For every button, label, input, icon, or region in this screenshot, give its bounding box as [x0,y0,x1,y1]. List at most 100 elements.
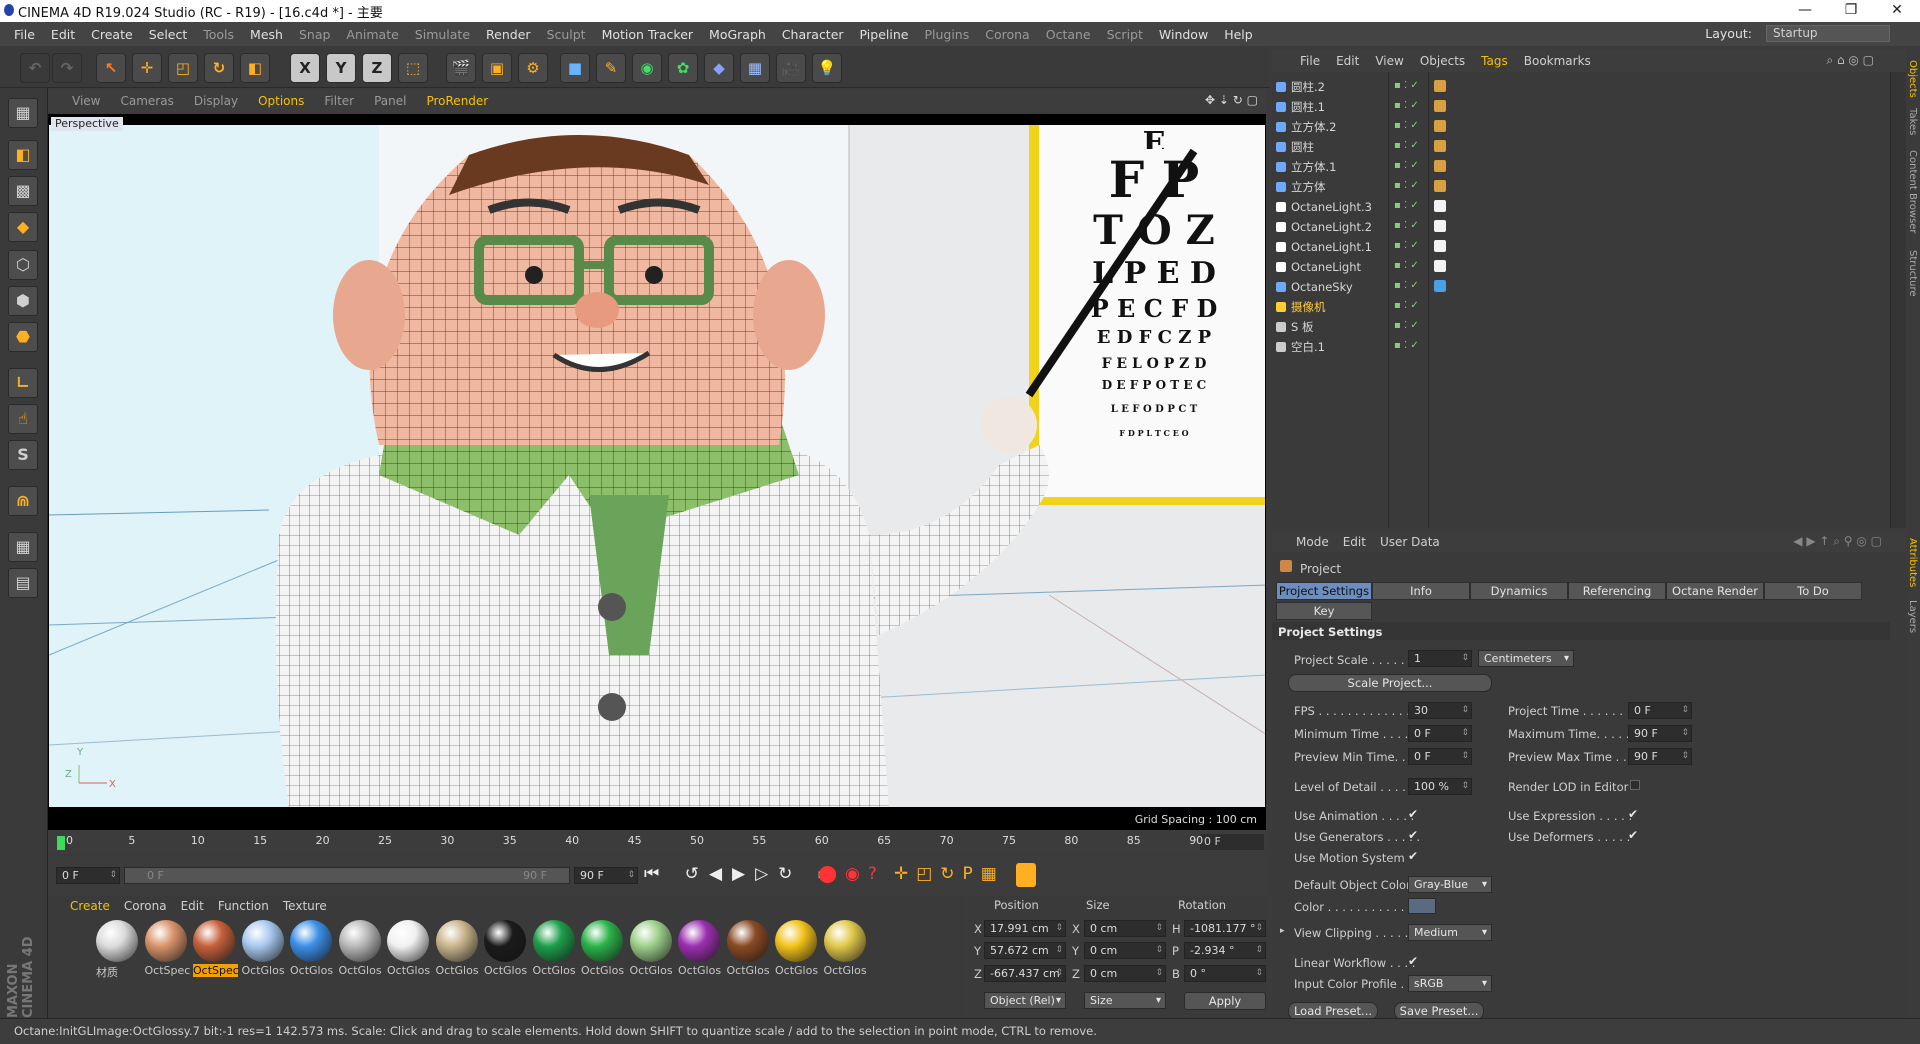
side-tab-takes[interactable]: Takes [1904,108,1918,135]
redo-icon[interactable]: ↷ [52,53,82,83]
menu-snap[interactable]: Snap [291,27,338,42]
material-swatch[interactable]: OctGlos [629,920,675,982]
key-mode-buttons[interactable]: ✛◰↻P▦ [894,864,1005,884]
texture-mode-icon[interactable]: ▩ [8,176,38,206]
menu-script[interactable]: Script [1099,27,1151,42]
menu-file[interactable]: File [0,27,43,42]
menu-sculpt[interactable]: Sculpt [539,27,594,42]
rotate-tool-icon[interactable]: ↻ [204,53,234,83]
om-menu-tags[interactable]: Tags [1473,54,1516,68]
menu-help[interactable]: Help [1216,27,1261,42]
grid-lock-icon[interactable]: ▦ [8,532,38,562]
color-swatch[interactable] [1408,898,1436,914]
make-editable-icon[interactable]: ▦ [8,98,38,128]
coordinate-system-icon[interactable]: ⬚ [398,53,428,83]
material-swatch[interactable]: OctGlos [290,920,335,982]
end-frame-field[interactable]: 90 F [574,867,638,884]
menu-mograph[interactable]: MoGraph [701,27,774,42]
object-tag-icon[interactable] [1434,240,1446,252]
vp-menu-cameras[interactable]: Cameras [110,94,183,108]
use-deformers-checkbox[interactable]: ✔ [1628,828,1638,842]
object-visibility-flags[interactable]: ▪ ⁚ ✓ [1394,200,1419,211]
material-swatch[interactable]: OctGlos [581,920,626,982]
x-axis-icon[interactable]: X [290,53,320,83]
object-row[interactable]: 圆柱.2 [1276,78,1386,96]
undo-icon[interactable]: ↶ [20,53,50,83]
tab-to-do[interactable]: To Do [1764,582,1862,600]
preview-range-slider[interactable]: 0 F 90 F [124,867,570,884]
material-swatch[interactable]: OctSpec [193,920,238,982]
apply-button[interactable]: Apply [1184,992,1266,1010]
object-visibility-flags[interactable]: ▪ ⁚ ✓ [1394,160,1419,171]
object-row[interactable]: OctaneLight.3 [1276,198,1386,216]
model-mode-icon[interactable]: ◧ [8,140,38,170]
polygons-mode-icon[interactable]: ⬣ [8,322,38,352]
search-icon[interactable]: ⌕ ⌂ ◎ ▢ [1818,53,1882,68]
menu-select[interactable]: Select [141,27,196,42]
playback-buttons[interactable]: ⏮ ↺◀▶▷↻ ⏭ [644,864,843,884]
tab-info[interactable]: Info [1372,582,1470,600]
rotation-b-field[interactable]: 0 ° [1184,965,1266,982]
menu-motion-tracker[interactable]: Motion Tracker [594,27,701,42]
object-tag-icon[interactable] [1434,200,1446,212]
snapping-icon[interactable]: S [8,440,38,470]
maximize-icon[interactable]: ❐ [1828,0,1874,22]
object-row[interactable]: OctaneLight [1276,258,1386,276]
workplane-lock-icon[interactable]: ▤ [8,568,38,598]
object-row[interactable]: OctaneSky [1276,278,1386,296]
vp-menu-options[interactable]: Options [248,94,314,108]
tab-referencing[interactable]: Referencing [1568,582,1666,600]
select-tool-icon[interactable]: ↖ [96,53,126,83]
om-menu-bookmarks[interactable]: Bookmarks [1516,54,1599,68]
object-visibility-flags[interactable]: ▪ ⁚ ✓ [1394,180,1419,191]
min-time-field[interactable]: 0 F [1408,725,1472,742]
size-mode-dropdown[interactable]: Size [1084,992,1166,1009]
z-axis-icon[interactable]: Z [362,53,392,83]
menu-window[interactable]: Window [1151,27,1216,42]
render-picture-viewer-icon[interactable]: ▣ [482,53,512,83]
axis-mode-icon[interactable]: ∟ [8,368,38,398]
am-menu-edit[interactable]: Edit [1343,535,1366,549]
magnet-icon[interactable]: ⋒ [8,486,38,516]
om-menu-view[interactable]: View [1367,54,1411,68]
mat-menu-create[interactable]: Create [70,899,110,913]
side-tab-structure[interactable]: Structure [1904,250,1918,297]
default-color-dropdown[interactable]: Gray-Blue [1408,876,1492,893]
mat-menu-edit[interactable]: Edit [181,899,204,913]
material-swatch[interactable]: OctGlos [678,920,723,982]
am-menu-mode[interactable]: Mode [1296,535,1329,549]
object-visibility-flags[interactable]: ▪ ⁚ ✓ [1394,120,1419,131]
object-tag-icon[interactable] [1434,160,1446,172]
project-scale-field[interactable]: 1 [1408,650,1472,667]
menu-mesh[interactable]: Mesh [242,27,291,42]
project-time-field[interactable]: 0 F [1628,702,1692,719]
object-row[interactable]: 摄像机 [1276,298,1386,316]
om-menu-objects[interactable]: Objects [1412,54,1473,68]
scale-project-button[interactable]: Scale Project... [1288,674,1492,692]
linear-workflow-checkbox[interactable]: ✔ [1408,954,1418,968]
object-tag-icon[interactable] [1434,280,1446,292]
viewport[interactable]: Perspective Z Y X Grid Spacing : 100 cm … [48,114,1266,830]
timeline-ruler[interactable]: 0 F 0 5 10 15 20 25 30 35 40 45 50 55 60 65 70 75 80 85 90 [48,830,1266,854]
y-axis-icon[interactable]: Y [326,53,356,83]
prev-max-field[interactable]: 90 F [1628,748,1692,765]
object-tag-icon[interactable] [1434,180,1446,192]
view-clipping-dropdown[interactable]: Medium [1408,924,1492,941]
use-expression-checkbox[interactable]: ✔ [1628,807,1638,821]
position-y-field[interactable]: 57.672 cm [984,942,1066,959]
cube-icon[interactable]: ■ [560,53,590,83]
menu-edit[interactable]: Edit [43,27,83,42]
viewport-camera-label[interactable]: Perspective [51,117,123,131]
object-visibility-flags[interactable]: ▪ ⁚ ✓ [1394,280,1419,291]
viewport-nav-icons[interactable]: ✥ ⇣ ↻ ▢ [1205,93,1258,107]
object-tag-icon[interactable] [1434,260,1446,272]
object-tag-icon[interactable] [1434,140,1446,152]
object-visibility-flags[interactable]: ▪ ⁚ ✓ [1394,340,1419,351]
menu-create[interactable]: Create [83,27,141,42]
vp-menu-view[interactable]: View [48,94,110,108]
material-swatch[interactable]: OctGlos [726,920,772,982]
size-y-field[interactable]: 0 cm [1084,942,1166,959]
am-nav-icons[interactable]: ◀ ▶ ↑ ⌕ ⚲ ◎ ▢ [1793,534,1882,549]
side-tab-objects[interactable]: Objects [1904,60,1918,98]
tab-key-interpolation[interactable]: Key Interpolation [1276,602,1372,634]
